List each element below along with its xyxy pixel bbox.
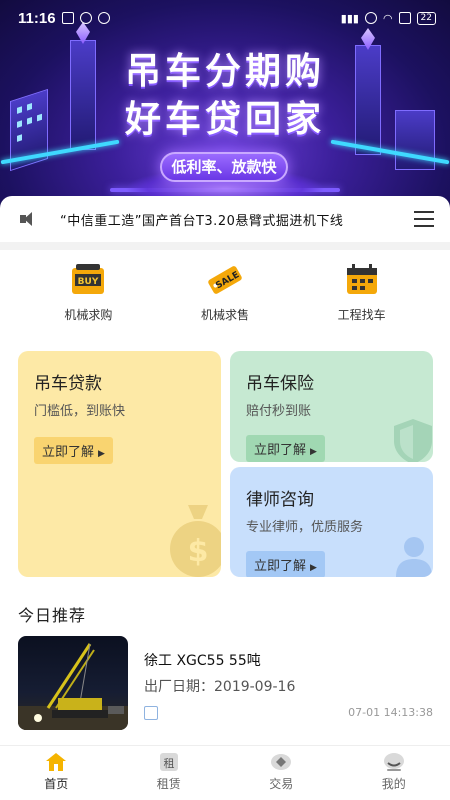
buy-tag-icon: BUY [68, 262, 108, 298]
banner-title: 吊车分期购 [124, 51, 325, 92]
nav-rent[interactable]: 租 租赁 [113, 746, 226, 800]
alarm-icon [364, 12, 377, 24]
item-manufacture-date: 出厂日期：2019-09-16 [144, 679, 296, 695]
loan-learn-more-button[interactable]: 立即了解 ▶ [34, 437, 113, 464]
banner-pill: 低利率、放款快 [160, 152, 288, 182]
item-title: 徐工 XGC55 55吨 [144, 653, 261, 669]
crane-loan-card[interactable]: 吊车贷款 门槛低，到账快 立即了解 ▶ $ [18, 351, 221, 577]
bottom-nav: 首页 租 租赁 交易 我的 [0, 745, 450, 800]
promo-banner[interactable]: 11:16 ▮▮▮ ◠ 22 吊车分期购 好车贷回家 低利率、放款快 [0, 0, 450, 215]
volte-icon [398, 12, 411, 24]
section-title: 今日推荐 [18, 606, 87, 625]
list-menu-icon[interactable] [414, 211, 434, 227]
caret-right-icon: ▶ [310, 563, 317, 573]
home-icon [45, 752, 67, 772]
status-bar: 11:16 ▮▮▮ ◠ 22 [0, 0, 450, 36]
crane-insurance-card[interactable]: 吊车保险 赔付秒到账 立即了解 ▶ [230, 351, 433, 462]
signal-icon: ▮▮▮ [340, 11, 359, 25]
nav-trade-label: 交易 [269, 777, 294, 791]
status-time: 11:16 [18, 9, 56, 27]
nav-home[interactable]: 首页 [0, 746, 113, 800]
card-subtitle: 门槛低，到账快 [34, 404, 126, 419]
notice-bar[interactable]: “中信重工造”国产首台T3.20悬臂式掘进机下线 [0, 196, 450, 242]
caret-right-icon: ▶ [98, 449, 105, 459]
svg-text:$: $ [188, 534, 209, 569]
card-title: 吊车保险 [246, 374, 314, 394]
gallery-icon [61, 12, 74, 24]
banner-subtitle: 好车贷回家 [124, 99, 325, 140]
nav-home-label: 首页 [44, 777, 69, 791]
section-divider [0, 242, 450, 250]
card-title: 吊车贷款 [34, 374, 102, 394]
profile-icon [383, 752, 405, 772]
shield-icon [394, 419, 432, 462]
shortcut-buy-label: 机械求购 [64, 308, 113, 322]
nav-profile-label: 我的 [381, 777, 406, 791]
wifi-icon: ◠ [382, 11, 393, 25]
list-item[interactable]: 徐工 XGC55 55吨 出厂日期：2019-09-16 07-01 14:13… [18, 636, 433, 732]
nav-trade[interactable]: 交易 [225, 746, 338, 800]
shortcut-find-vehicle[interactable]: 工程找车 [307, 262, 417, 323]
insurance-learn-more-button[interactable]: 立即了解 ▶ [246, 435, 325, 462]
item-timestamp: 07-01 14:13:38 [348, 706, 433, 719]
person-icon [396, 537, 432, 577]
money-bag-icon: $ [170, 505, 221, 577]
rent-icon: 租 [158, 752, 180, 772]
lawyer-consult-card[interactable]: 律师咨询 专业律师，优质服务 立即了解 ▶ [230, 467, 433, 577]
shortcut-sell-label: 机械求售 [200, 308, 249, 322]
nav-rent-label: 租赁 [156, 777, 181, 791]
trade-icon [270, 752, 292, 772]
svg-text:BUY: BUY [78, 277, 99, 287]
shortcut-row: BUY 机械求购 SALE 机械求售 工程找车 [0, 262, 450, 323]
nav-profile[interactable]: 我的 [338, 746, 450, 800]
card-title: 律师咨询 [246, 490, 314, 510]
item-checkbox[interactable] [144, 706, 158, 720]
shortcut-find-vehicle-label: 工程找车 [337, 308, 386, 322]
shortcut-sell[interactable]: SALE 机械求售 [170, 262, 280, 323]
speaker-icon [20, 211, 38, 227]
calendar-truck-icon [342, 262, 382, 298]
check-icon [97, 12, 110, 24]
lawyer-learn-more-button[interactable]: 立即了解 ▶ [246, 551, 325, 577]
battery-icon: 22 [416, 11, 436, 25]
cloud-icon [79, 12, 92, 24]
caret-right-icon: ▶ [310, 447, 317, 457]
card-subtitle: 专业律师，优质服务 [246, 520, 364, 535]
sale-tag-icon: SALE [205, 262, 245, 298]
notice-text[interactable]: “中信重工造”国产首台T3.20悬臂式掘进机下线 [60, 210, 414, 229]
shortcut-buy[interactable]: BUY 机械求购 [33, 262, 143, 323]
crane-photo [18, 636, 128, 730]
svg-text:租: 租 [163, 757, 174, 770]
